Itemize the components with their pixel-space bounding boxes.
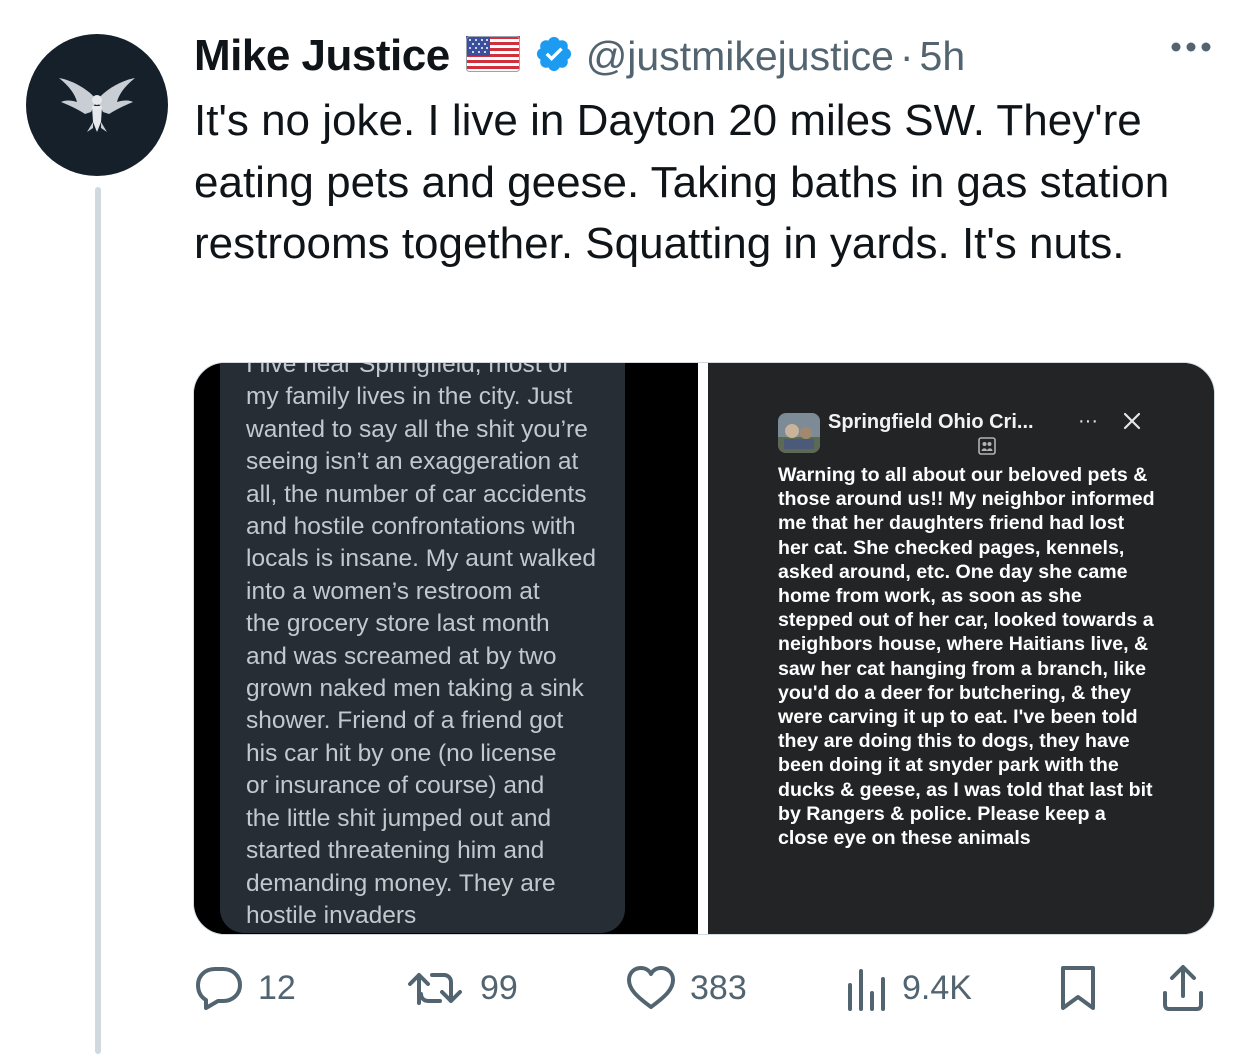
- more-options-icon[interactable]: [1170, 40, 1212, 58]
- media-divider: [698, 363, 708, 934]
- author-handle[interactable]: @justmikejustice: [586, 33, 894, 80]
- tweet-header: Mike Justice @justmikejustice · 5h: [194, 28, 965, 84]
- bookmark-icon: [1061, 966, 1095, 1010]
- group-badge-icon: [978, 437, 996, 460]
- repost-icon: [408, 973, 462, 1005]
- repost-button[interactable]: 99: [406, 960, 518, 1016]
- heart-icon: [627, 966, 675, 1009]
- bookmark-button[interactable]: [1058, 960, 1098, 1016]
- tweet-actions: 12 99 383 9.4K: [194, 960, 1214, 1016]
- repost-count: 99: [480, 968, 518, 1007]
- views-chart-icon: [848, 969, 885, 1011]
- reply-button[interactable]: 12: [194, 960, 296, 1016]
- group-post-text: Warning to all about our beloved pets & …: [778, 464, 1155, 850]
- tweet-timestamp[interactable]: 5h: [920, 33, 966, 80]
- share-icon: [1163, 965, 1203, 1011]
- group-title: Springfield Ohio Cri...: [828, 411, 1034, 433]
- views-button[interactable]: 9.4K: [844, 960, 972, 1016]
- separator-dot: ·: [899, 32, 914, 79]
- media-image-left[interactable]: I live near Springfield, most of my fami…: [194, 363, 698, 934]
- group-avatar-icon: [778, 413, 820, 453]
- reply-count: 12: [258, 968, 296, 1007]
- share-button[interactable]: [1160, 960, 1206, 1016]
- reply-icon: [196, 967, 242, 1010]
- tweet-text: It's no joke. I live in Dayton 20 miles …: [194, 96, 1170, 268]
- view-count: 9.4K: [902, 968, 972, 1007]
- like-count: 383: [690, 968, 747, 1007]
- group-more-options: ···: [1078, 410, 1098, 432]
- thread-line: [95, 187, 101, 1054]
- like-button[interactable]: 383: [626, 960, 747, 1016]
- tweet-media[interactable]: I live near Springfield, most of my fami…: [193, 362, 1215, 935]
- media-image-right[interactable]: Springfield Ohio Cri... ··· Warning to a…: [708, 363, 1214, 934]
- close-icon: [1122, 411, 1142, 436]
- screenshot-comment-text: I live near Springfield, most of my fami…: [246, 363, 596, 929]
- eagle-logo-icon: [59, 78, 135, 132]
- author-avatar[interactable]: [26, 34, 168, 176]
- author-name[interactable]: Mike Justice: [194, 31, 450, 81]
- verified-badge-icon[interactable]: [534, 34, 574, 79]
- us-flag-icon: [465, 35, 520, 77]
